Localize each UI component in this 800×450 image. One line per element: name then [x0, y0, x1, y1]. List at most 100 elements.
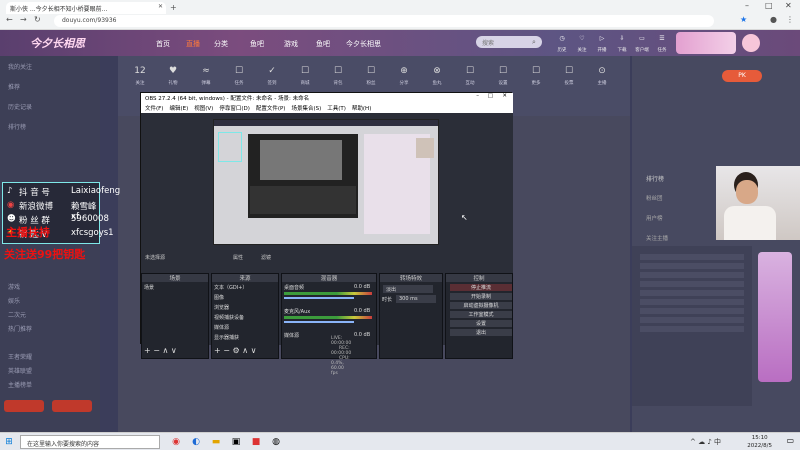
bookmark-star-icon[interactable]: ★	[740, 15, 747, 24]
volume-slider[interactable]	[284, 297, 354, 299]
stop-stream-button[interactable]: 停止推流	[450, 284, 512, 291]
taskbar-search-input[interactable]: 在这里输入你要搜索的内容	[20, 435, 160, 449]
obs-menu-item[interactable]: 配置文件(P)	[256, 106, 286, 112]
folder-icon[interactable]: ▬	[210, 436, 222, 448]
sidebar-item[interactable]: 排行榜	[8, 122, 26, 131]
sidebar-item[interactable]: 英雄联盟	[8, 366, 32, 375]
sidebar-item[interactable]: 我的关注	[8, 62, 32, 71]
right-panel-item[interactable]: 粉丝团	[646, 194, 663, 202]
reload-icon[interactable]: ↻	[34, 15, 41, 24]
nav-item-games[interactable]: 游戏	[284, 39, 298, 49]
download-icon[interactable]: ⇩	[616, 35, 628, 45]
obs-menu-item[interactable]: 停靠窗口(D)	[219, 106, 250, 112]
transition-select[interactable]: 淡出	[383, 285, 433, 293]
client-icon[interactable]: ▭	[636, 35, 648, 45]
toolbar-item-icon[interactable]: ☐	[458, 66, 482, 76]
sidebar-item[interactable]: 推荐	[8, 82, 20, 91]
broadcast-icon[interactable]: ▷	[596, 35, 608, 45]
sidebar-item[interactable]: 历史记录	[8, 102, 32, 111]
nav-item-fish[interactable]: 鱼吧	[316, 39, 330, 49]
source-item[interactable]: 视频捕获设备	[214, 314, 244, 321]
promo-banner[interactable]	[758, 252, 792, 382]
virtual-camera-button[interactable]: 启动虚拟摄像机	[450, 302, 512, 309]
profile-icon[interactable]: ●	[770, 15, 777, 24]
obs-icon[interactable]: ◍	[270, 436, 282, 448]
tray-icons[interactable]: ^ ☁ ♪ 中	[690, 437, 721, 447]
toolbar-item-icon[interactable]: ⊙	[590, 66, 614, 76]
task-icon[interactable]: ☰	[656, 35, 668, 45]
obs-menu-item[interactable]: 编辑(E)	[169, 106, 188, 112]
menu-dots-icon[interactable]: ⋮	[786, 15, 794, 24]
right-panel-item[interactable]: 用户榜	[646, 214, 663, 222]
toolbar-item-icon[interactable]: ⊕	[392, 66, 416, 76]
obs-menu-item[interactable]: 帮助(H)	[352, 106, 371, 112]
history-icon[interactable]: ◷	[556, 35, 568, 45]
source-item[interactable]: 图像	[214, 294, 224, 301]
chrome-icon[interactable]: ◉	[170, 436, 182, 448]
source-item[interactable]: 浏览器	[214, 304, 229, 311]
toolbar-item-icon[interactable]: ☐	[227, 66, 251, 76]
right-panel-item[interactable]: 关注主播	[646, 234, 668, 242]
sidebar-item[interactable]: 娱乐	[8, 296, 20, 305]
close-window-icon[interactable]: ✕	[785, 1, 792, 10]
toolbar-item-icon[interactable]: ☐	[557, 66, 581, 76]
toolbar-item-icon[interactable]: ☐	[293, 66, 317, 76]
sidebar-item[interactable]: 王者荣耀	[8, 352, 32, 361]
obs-maximize-icon[interactable]: □	[488, 93, 493, 99]
obs-menu-item[interactable]: 场景集合(S)	[291, 106, 321, 112]
toolbar-item-icon[interactable]: ☐	[359, 66, 383, 76]
new-tab-icon[interactable]: +	[170, 3, 177, 12]
app-icon[interactable]: ▣	[230, 436, 242, 448]
nav-item-live[interactable]: 直播	[186, 39, 200, 49]
site-logo[interactable]: 今夕长相思	[30, 35, 85, 51]
obs-menu-item[interactable]: 工具(T)	[327, 106, 346, 112]
toolbar-item-icon[interactable]: ♥	[161, 66, 185, 76]
studio-mode-button[interactable]: 工作室模式	[450, 311, 512, 318]
source-item[interactable]: 文本（GDI+）	[214, 284, 247, 291]
notification-icon[interactable]: ▭	[786, 436, 794, 445]
sidebar-item[interactable]: 热门推荐	[8, 324, 32, 333]
windows-start-icon[interactable]: ⊞	[3, 436, 15, 448]
toolbar-item-icon[interactable]: ✓	[260, 66, 284, 76]
nav-item-home[interactable]: 首页	[156, 39, 170, 49]
edge-icon[interactable]: ◐	[190, 436, 202, 448]
sidebar-item[interactable]: 游戏	[8, 282, 20, 291]
browser-tab[interactable]: 斯小侠 ...今夕长相不知小桥要眼前... ✕	[6, 2, 166, 14]
obs-menu-item[interactable]: 视图(V)	[194, 106, 213, 112]
minimize-icon[interactable]: –	[745, 1, 749, 10]
toolbar-item-icon[interactable]: ☐	[524, 66, 548, 76]
sidebar-red-button[interactable]	[52, 400, 92, 412]
toolbar-item-icon[interactable]: ⊗	[425, 66, 449, 76]
obs-minimize-icon[interactable]: –	[476, 93, 479, 99]
search-icon[interactable]: ⌕	[532, 38, 536, 47]
back-icon[interactable]: ←	[6, 15, 13, 24]
nav-item-event[interactable]: 今夕长相思	[346, 39, 381, 49]
add-scene-icon[interactable]: + − ∧ ∨	[144, 346, 177, 355]
obs-menu-item[interactable]: 文件(F)	[145, 106, 163, 112]
pk-button[interactable]: PK	[722, 70, 762, 82]
close-tab-icon[interactable]: ✕	[158, 3, 163, 10]
source-item[interactable]: 媒体源	[214, 324, 229, 331]
forward-icon[interactable]: →	[20, 15, 27, 24]
filters-tab[interactable]: 滤镜	[261, 254, 271, 261]
nav-item-yuba[interactable]: 鱼吧	[250, 39, 264, 49]
toolbar-item-icon[interactable]: 12	[128, 66, 152, 76]
toolbar-item-icon[interactable]: ☐	[491, 66, 515, 76]
toolbar-item-icon[interactable]: ☐	[326, 66, 350, 76]
maximize-icon[interactable]: □	[765, 1, 773, 10]
douyu-icon[interactable]: ■	[250, 436, 262, 448]
properties-tab[interactable]: 属性	[233, 254, 243, 261]
event-banner-image[interactable]	[676, 32, 736, 54]
scene-item[interactable]: 场景	[144, 284, 154, 291]
duration-input[interactable]: 300 ms	[396, 295, 436, 303]
obs-close-icon[interactable]: ✕	[502, 93, 507, 99]
start-recording-button[interactable]: 开始录制	[450, 293, 512, 300]
toolbar-item-icon[interactable]: ≈	[194, 66, 218, 76]
sidebar-item[interactable]: 二次元	[8, 310, 26, 319]
avatar[interactable]	[742, 34, 760, 52]
follow-icon[interactable]: ♡	[576, 35, 588, 45]
add-source-icon[interactable]: + − ⚙ ∧ ∨	[214, 346, 256, 355]
nav-item-category[interactable]: 分类	[214, 39, 228, 49]
volume-slider[interactable]	[284, 321, 354, 323]
sidebar-item[interactable]: 主播榜单	[8, 380, 32, 389]
